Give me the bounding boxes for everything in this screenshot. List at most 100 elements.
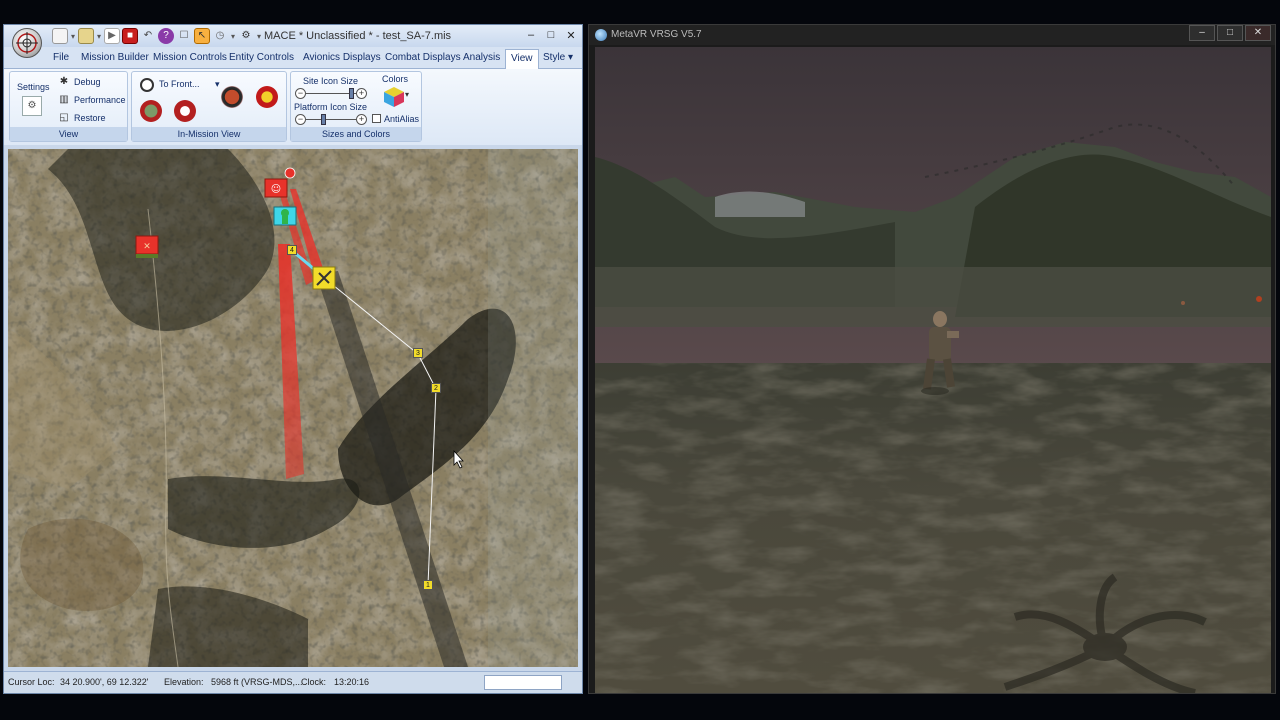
vrsg-title-bar[interactable]: MetaVR VRSG V5.7 – □ ✕ (589, 25, 1275, 45)
performance-button[interactable]: Performance (74, 95, 126, 105)
tab-mission-builder[interactable]: Mission Builder (78, 51, 152, 69)
dropdown-arrow-icon[interactable]: ▾ (230, 28, 236, 44)
maximize-button[interactable]: □ (1217, 25, 1243, 41)
distant-marker (1256, 296, 1262, 302)
clock-label: Clock: (301, 677, 327, 687)
bsi-logo-icon (16, 32, 38, 54)
weapon-view-icon[interactable] (256, 86, 278, 108)
view-group: Settings ⚙ ✱ Debug ▥ Performance ◱ Resto… (9, 71, 128, 142)
platform-icon-size-slider[interactable]: − + (295, 114, 367, 125)
minimize-button[interactable]: – (524, 28, 538, 42)
waypoint-1[interactable]: 1 (423, 580, 433, 590)
platform-icon-size-label: Platform Icon Size (294, 102, 368, 112)
to-front-dropdown[interactable]: To Front... ▾ (140, 77, 220, 93)
tab-mission-controls[interactable]: Mission Controls (150, 51, 230, 69)
settings-gear-icon[interactable]: ⚙ (238, 28, 254, 44)
elevation-label: Elevation: (164, 677, 204, 687)
slider-thumb[interactable] (321, 114, 326, 125)
stop-icon[interactable]: ■ (122, 28, 138, 44)
style-menu-label: Style (543, 52, 566, 63)
waypoint-3[interactable]: 3 (413, 348, 423, 358)
maximize-button[interactable]: □ (544, 28, 558, 42)
settings-label: Settings (17, 82, 50, 92)
undo-icon[interactable]: ↶ (140, 28, 156, 44)
3d-scene-viewport[interactable] (595, 47, 1271, 693)
sizes-and-colors-label: Sizes and Colors (291, 127, 421, 141)
colors-label: Colors (382, 74, 409, 84)
cursor-loc-label: Cursor Loc: (8, 677, 55, 687)
restore-button[interactable]: Restore (74, 113, 106, 123)
tab-view[interactable]: View (505, 49, 539, 70)
terrain-render (595, 47, 1271, 693)
in-mission-view-label: In-Mission View (132, 127, 286, 141)
dropdown-arrow-icon[interactable]: ▾ (96, 28, 102, 44)
ribbon-panel: Settings ⚙ ✱ Debug ▥ Performance ◱ Resto… (4, 69, 582, 145)
debug-button[interactable]: Debug (74, 77, 101, 87)
vrsg-window-title: MetaVR VRSG V5.7 (611, 29, 702, 40)
performance-icon: ▥ (59, 94, 69, 105)
comment-icon[interactable]: ☐ (176, 28, 192, 44)
friendly-unit-icon[interactable] (273, 206, 297, 226)
decrease-icon[interactable]: − (295, 114, 306, 125)
style-menu[interactable]: Style ▾ (540, 51, 576, 69)
ribbon-tab-bar: File Mission Builder Mission Controls En… (4, 47, 582, 70)
to-front-label: To Front... (159, 79, 200, 89)
aircraft-icon[interactable] (312, 266, 336, 290)
tab-file[interactable]: File (50, 51, 72, 69)
settings-button[interactable]: ⚙ (22, 96, 42, 116)
distant-marker (1181, 301, 1185, 305)
satellite-imagery: ✕ ☺ (8, 149, 578, 667)
status-progress-field (484, 675, 562, 690)
chevron-down-icon: ▾ (215, 79, 220, 89)
increase-icon[interactable]: + (356, 114, 367, 125)
colors-button[interactable]: ▾ (383, 86, 409, 108)
color-cube-icon (384, 87, 404, 107)
mace-window: ▾ ▾ ▶ ■ ↶ ? ☐ ↖ ◷ ▾ ⚙ ▾ MACE * Unclassif… (3, 24, 583, 694)
cursor-loc-value: 34 20.900', 69 12.322' (60, 677, 149, 687)
tab-entity-controls[interactable]: Entity Controls (226, 51, 297, 69)
elevation-value: 5968 ft (VRSG-MDS,... (211, 677, 303, 687)
settings-icon: ⚙ (27, 100, 37, 111)
play-icon[interactable]: ▶ (104, 28, 120, 44)
clock-icon[interactable]: ◷ (212, 28, 228, 44)
open-file-icon[interactable] (78, 28, 94, 44)
status-bar: Cursor Loc: 34 20.900', 69 12.322' Eleva… (4, 671, 582, 693)
window-title: MACE * Unclassified * - test_SA-7.mis (264, 30, 452, 42)
app-menu-button[interactable] (12, 28, 42, 58)
minimize-button[interactable]: – (1189, 25, 1215, 41)
tab-avionics-displays[interactable]: Avionics Displays (300, 51, 384, 69)
slider-thumb[interactable] (349, 88, 354, 99)
view-group-label: View (10, 127, 127, 141)
dropdown-arrow-icon[interactable]: ▾ (70, 28, 76, 44)
help-icon[interactable]: ? (158, 28, 174, 44)
svg-text:✕: ✕ (143, 242, 151, 252)
customize-qat-icon[interactable]: ▾ (256, 28, 262, 44)
waypoint-2[interactable]: 2 (431, 383, 441, 393)
sizes-and-colors-group: Site Icon Size − + Platform Icon Size − … (290, 71, 422, 142)
close-button[interactable]: ✕ (1245, 25, 1271, 41)
crosshair-view-icon[interactable] (174, 100, 196, 122)
red-team-view-icon[interactable] (221, 86, 243, 108)
terrain-view-icon[interactable] (140, 100, 162, 122)
globe-icon (140, 78, 154, 92)
vrsg-app-icon (595, 29, 607, 41)
debug-icon: ✱ (59, 76, 69, 87)
site-icon-size-label: Site Icon Size (303, 76, 359, 86)
restore-icon: ◱ (59, 112, 69, 123)
waypoint-4[interactable]: 4 (287, 245, 297, 255)
tactical-map[interactable]: ✕ ☺ 4 3 2 1 (8, 149, 578, 667)
sam-site-icon[interactable]: ✕ (135, 235, 159, 258)
site-icon-size-slider[interactable]: − + (295, 88, 367, 99)
decrease-icon[interactable]: − (295, 88, 306, 99)
close-button[interactable]: ✕ (564, 28, 578, 42)
svg-text:☺: ☺ (271, 184, 281, 195)
tab-analysis[interactable]: Analysis (460, 51, 503, 69)
clock-value: 13:20:16 (334, 677, 370, 687)
tab-combat-displays[interactable]: Combat Displays (382, 51, 464, 69)
pointer-mode-icon[interactable]: ↖ (194, 28, 210, 44)
increase-icon[interactable]: + (356, 88, 367, 99)
new-file-icon[interactable] (52, 28, 68, 44)
chevron-down-icon: ▾ (405, 90, 410, 99)
mace-title-bar[interactable]: ▾ ▾ ▶ ■ ↶ ? ☐ ↖ ◷ ▾ ⚙ ▾ MACE * Unclassif… (4, 25, 582, 58)
antialias-checkbox[interactable] (372, 114, 381, 123)
